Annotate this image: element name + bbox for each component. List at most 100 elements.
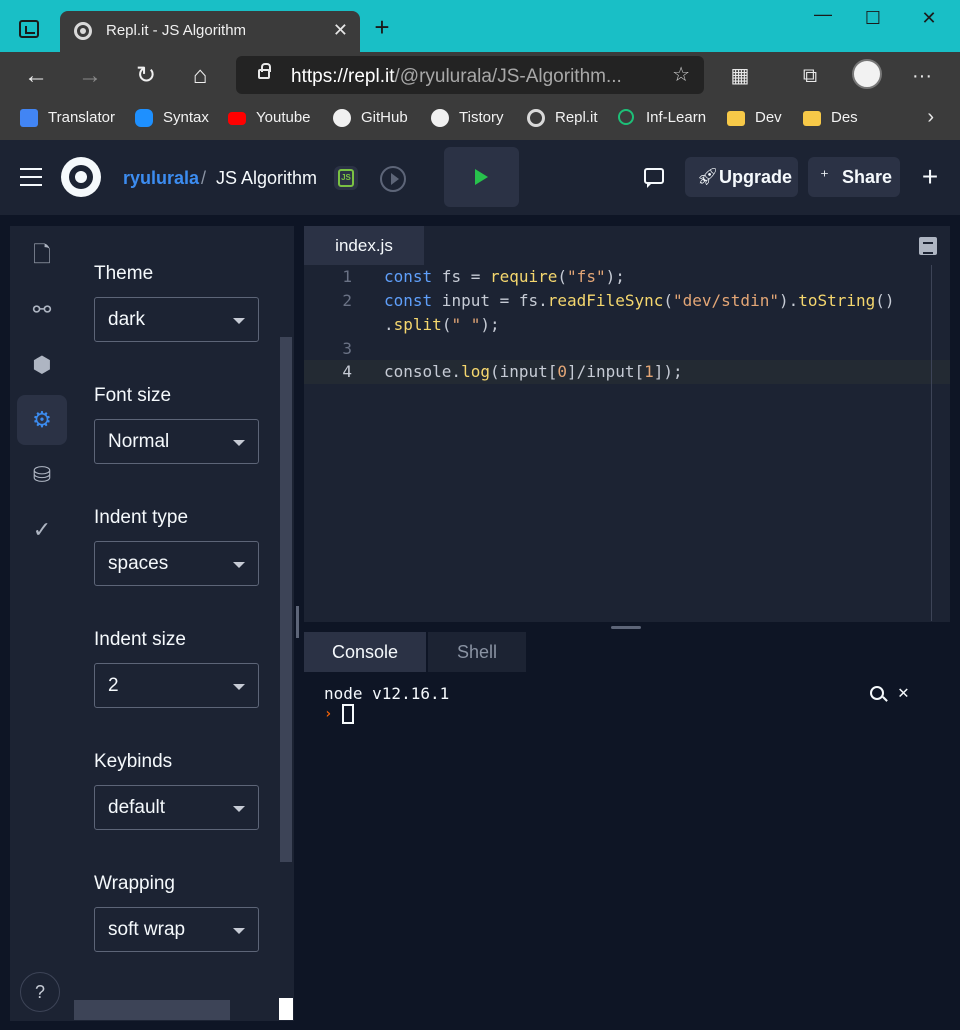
help-icon[interactable]: ? bbox=[20, 972, 60, 1012]
code-line-active: 4 console.log(input[0]/input[1]); bbox=[304, 360, 950, 384]
chevron-down-icon bbox=[233, 562, 245, 568]
indent-size-label: Indent size bbox=[94, 629, 186, 650]
address-bar[interactable]: https://repl.it/@ryulurala/JS-Algorithm.… bbox=[236, 56, 704, 94]
github-icon bbox=[333, 109, 351, 127]
code-editor[interactable]: index.js 1 const fs = require("fs"); 2 con… bbox=[304, 226, 950, 622]
repl-header: ryulurala / JS Algorithm JS 🚀︎ Upgrade ⁺… bbox=[0, 140, 960, 216]
browser-navbar: ← → ↻ ⌂ https://repl.it/@ryulurala/JS-Al… bbox=[0, 52, 960, 100]
settings-next-label-cutoff bbox=[74, 1000, 230, 1020]
bookmarks-bar: Translator Syntax Youtube GitHub Tistory… bbox=[0, 100, 960, 140]
folder-icon bbox=[727, 111, 745, 126]
replit-icon bbox=[527, 109, 545, 127]
file-tab-index-js[interactable]: index.js bbox=[304, 226, 424, 265]
new-tab-button[interactable]: + bbox=[370, 14, 394, 40]
wrapping-select[interactable]: soft wrap bbox=[94, 907, 259, 952]
browser-titlebar: Repl.it - JS Algorithm ✕ + — ☐ ✕ bbox=[0, 0, 960, 52]
unit-tests-check-icon[interactable]: ✓ bbox=[17, 505, 67, 555]
window-minimize-button[interactable]: — bbox=[808, 4, 838, 25]
translator-icon bbox=[20, 109, 38, 127]
font-size-select[interactable]: Normal bbox=[94, 419, 259, 464]
folder-icon bbox=[803, 111, 821, 126]
wrapping-label: Wrapping bbox=[94, 873, 175, 894]
replit-favicon-icon bbox=[74, 22, 92, 40]
sidebar-icon-rail: 🗋 ⚯ ⬢ ⚙ ⛁ ✓ ? bbox=[10, 226, 72, 1021]
left-panel: 🗋 ⚯ ⬢ ⚙ ⛁ ✓ ? Theme dark Font size Norma… bbox=[0, 217, 304, 1030]
hamburger-menu-icon[interactable] bbox=[20, 168, 42, 186]
history-icon[interactable] bbox=[380, 166, 406, 192]
browser-tab-active[interactable]: Repl.it - JS Algorithm ✕ bbox=[60, 11, 360, 52]
collections-icon[interactable]: ⧉ bbox=[794, 60, 826, 92]
chevron-right-icon[interactable]: › bbox=[927, 106, 934, 129]
code-line: 1 const fs = require("fs"); bbox=[342, 267, 625, 286]
more-menu-icon[interactable]: ··· bbox=[906, 60, 938, 92]
syntax-icon bbox=[135, 109, 153, 127]
console-cursor bbox=[342, 704, 354, 724]
packages-icon[interactable]: ⬢ bbox=[17, 340, 67, 390]
version-control-icon[interactable]: ⚯ bbox=[17, 285, 67, 335]
tistory-icon bbox=[431, 109, 449, 127]
indent-type-label: Indent type bbox=[94, 507, 189, 528]
chat-icon[interactable] bbox=[644, 168, 664, 188]
white-block bbox=[279, 998, 293, 1020]
indent-size-select[interactable]: 2 bbox=[94, 663, 259, 708]
home-button[interactable]: ⌂ bbox=[184, 60, 216, 92]
keybinds-label: Keybinds bbox=[94, 751, 173, 772]
editor-menu-icon[interactable] bbox=[919, 237, 937, 255]
url-text: https://repl.it/@ryulurala/JS-Algorithm.… bbox=[291, 66, 622, 87]
breadcrumb-repl-name[interactable]: JS Algorithm bbox=[216, 168, 317, 189]
code-line: 3 bbox=[342, 339, 352, 358]
nodejs-language-icon[interactable]: JS bbox=[334, 166, 358, 190]
replit-logo[interactable] bbox=[61, 157, 101, 197]
chevron-down-icon bbox=[233, 928, 245, 934]
code-line-wrapped: .split(" "); bbox=[384, 315, 500, 334]
tab-console[interactable]: Console bbox=[304, 632, 426, 672]
console-output[interactable]: node v12.16.1 › ✕ bbox=[304, 672, 950, 1030]
console-output-text: node v12.16.1 bbox=[324, 684, 450, 703]
clear-console-icon[interactable]: ✕ bbox=[898, 682, 909, 703]
chevron-down-icon bbox=[233, 440, 245, 446]
theme-select[interactable]: dark bbox=[94, 297, 259, 342]
keybinds-select[interactable]: default bbox=[94, 785, 259, 830]
code-line: 2 const input = fs.readFileSync("dev/stdi… bbox=[342, 291, 895, 310]
window-maximize-button[interactable]: ☐ bbox=[858, 8, 888, 29]
font-size-label: Font size bbox=[94, 385, 172, 406]
qr-code-icon[interactable]: ▦ bbox=[724, 60, 756, 92]
panel-resize-handle[interactable] bbox=[296, 606, 299, 638]
settings-panel: Theme dark Font size Normal Indent type … bbox=[72, 226, 294, 1021]
console-tabs: Console Shell bbox=[304, 632, 950, 672]
add-user-icon: ⁺ bbox=[820, 167, 829, 186]
chevron-down-icon bbox=[233, 318, 245, 324]
profile-avatar[interactable] bbox=[852, 59, 882, 89]
add-icon[interactable]: + bbox=[916, 160, 944, 194]
lock-icon[interactable] bbox=[258, 63, 271, 79]
browser-tab-title: Repl.it - JS Algorithm bbox=[106, 22, 247, 39]
youtube-icon bbox=[228, 112, 246, 125]
editor-scroll-track bbox=[931, 265, 932, 621]
search-icon[interactable] bbox=[870, 686, 884, 700]
breadcrumb-user[interactable]: ryulurala bbox=[123, 168, 199, 189]
breadcrumb-separator: / bbox=[201, 168, 207, 188]
back-button[interactable]: ← bbox=[20, 60, 52, 92]
tab-actions-icon[interactable] bbox=[19, 20, 39, 38]
run-button[interactable] bbox=[444, 147, 519, 207]
tab-close-icon[interactable]: ✕ bbox=[333, 20, 348, 41]
settings-scrollbar[interactable] bbox=[280, 337, 292, 862]
editor-console-splitter[interactable] bbox=[611, 626, 641, 629]
database-icon[interactable]: ⛁ bbox=[17, 450, 67, 500]
theme-label: Theme bbox=[94, 263, 154, 284]
refresh-button[interactable]: ↻ bbox=[130, 60, 162, 92]
inflearn-icon bbox=[618, 109, 634, 125]
chevron-down-icon bbox=[233, 806, 245, 812]
favorite-star-icon[interactable]: ☆ bbox=[672, 62, 690, 87]
window-close-button[interactable]: ✕ bbox=[914, 8, 944, 29]
forward-button[interactable]: → bbox=[74, 60, 106, 92]
tab-shell[interactable]: Shell bbox=[428, 632, 526, 672]
upgrade-button[interactable]: 🚀︎ Upgrade bbox=[685, 157, 798, 197]
settings-gear-icon[interactable]: ⚙ bbox=[17, 395, 67, 445]
rocket-icon: 🚀︎ bbox=[697, 167, 719, 186]
chevron-down-icon bbox=[233, 684, 245, 690]
share-button[interactable]: ⁺ Share bbox=[808, 157, 900, 197]
console-prompt-icon: › bbox=[324, 706, 333, 722]
indent-type-select[interactable]: spaces bbox=[94, 541, 259, 586]
files-icon[interactable]: 🗋 bbox=[17, 230, 67, 280]
